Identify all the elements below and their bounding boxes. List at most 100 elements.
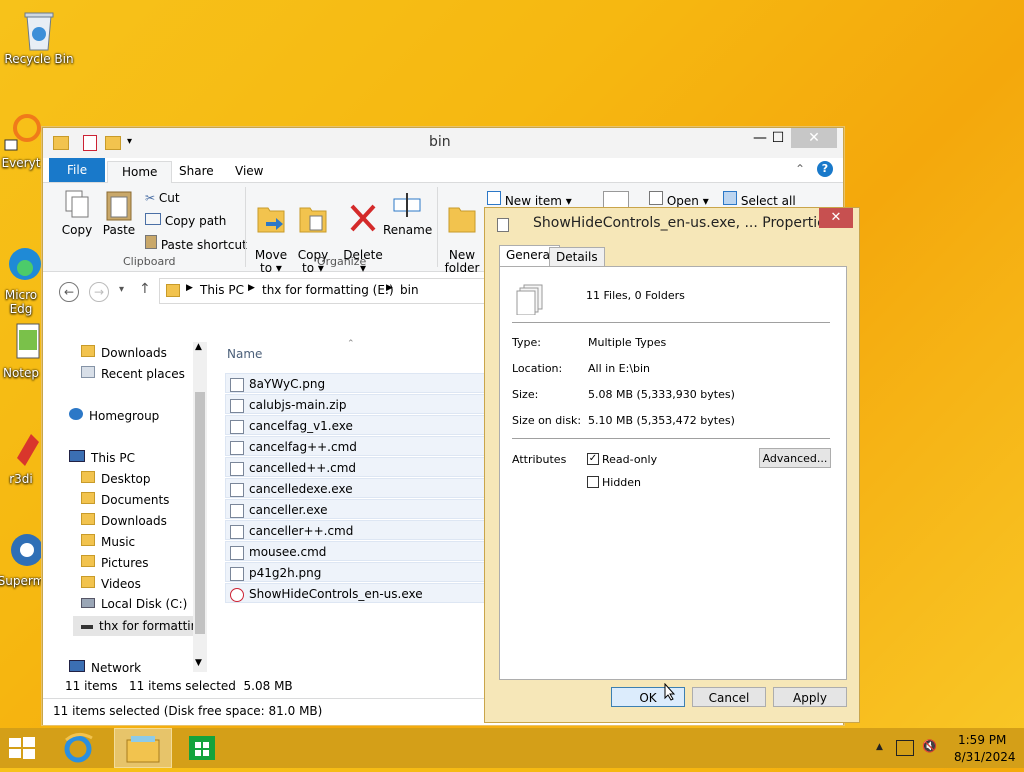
file-row[interactable]: 8aYWyC.png [225, 373, 485, 393]
volume-muted-icon[interactable]: 🔇 [922, 739, 937, 753]
scroll-thumb[interactable] [195, 392, 205, 634]
tab-view[interactable]: View [221, 161, 277, 182]
dialog-titlebar[interactable]: ShowHideControls_en-us.exe, ... Properti… [485, 208, 859, 238]
start-button[interactable] [8, 736, 38, 760]
chevron-right-icon: ▶ [248, 283, 255, 293]
move-to-button[interactable]: Move to ▾ [251, 189, 291, 275]
nav-desktop[interactable]: Desktop [81, 471, 151, 486]
help-icon[interactable]: ? [817, 161, 833, 177]
hidden-label[interactable]: Hidden [602, 476, 641, 489]
clock-time[interactable]: 1:59 PM [958, 733, 1006, 747]
explorer-titlebar[interactable]: ▾ bin — ☐ ✕ [43, 128, 843, 158]
scroll-down-icon[interactable]: ▼ [195, 658, 202, 668]
file-row[interactable]: p41g2h.png [225, 562, 485, 582]
copy-path-button[interactable]: Copy path [145, 213, 226, 228]
folder-icon [81, 513, 95, 525]
file-row[interactable]: cancelled++.cmd [225, 457, 485, 477]
summary-text: 11 Files, 0 Folders [586, 289, 685, 302]
file-row[interactable]: mousee.cmd [225, 541, 485, 561]
image-file-icon [230, 566, 244, 581]
chevron-down-icon[interactable]: ▾ [127, 136, 132, 147]
recent-locations-icon[interactable]: ▾ [119, 284, 124, 295]
nav-downloads-top[interactable]: Downloads [81, 345, 167, 360]
file-row[interactable]: cancelfag++.cmd [225, 436, 485, 456]
tab-details[interactable]: Details [549, 247, 605, 267]
up-button[interactable]: ↑ [139, 281, 151, 297]
select-all-button[interactable]: Select all [723, 191, 796, 208]
cancel-button[interactable]: Cancel [692, 687, 766, 707]
nav-documents[interactable]: Documents [81, 492, 169, 507]
tab-home[interactable]: Home [107, 161, 173, 183]
nav-homegroup[interactable]: Homegroup [69, 408, 159, 423]
new-folder-button[interactable]: New folder [443, 189, 481, 275]
network-tray-icon[interactable] [896, 740, 914, 756]
folder-icon [81, 576, 95, 588]
properties-icon[interactable] [83, 135, 97, 151]
tray-chevron-icon[interactable]: ▲ [876, 742, 883, 752]
new-item-button[interactable]: New item ▾ [487, 191, 572, 208]
nav-back-button[interactable]: ← [59, 282, 79, 302]
status-disk: 11 items selected (Disk free space: 81.0… [53, 704, 323, 718]
paste-shortcut-button[interactable]: Paste shortcut [145, 235, 247, 252]
size-label: Size: [512, 388, 539, 401]
taskbar-explorer-button[interactable] [114, 728, 172, 768]
properties-dialog: ShowHideControls_en-us.exe, ... Properti… [484, 207, 860, 723]
advanced-button[interactable]: Advanced... [759, 448, 831, 468]
file-row[interactable]: cancelledexe.exe [225, 478, 485, 498]
desktop-icon-label: Micro Edg [4, 288, 38, 316]
file-row[interactable]: canceller.exe [225, 499, 485, 519]
maximize-button[interactable]: ☐ [763, 128, 793, 148]
windows-icon [9, 737, 35, 759]
nav-recent-places[interactable]: Recent places [81, 366, 185, 381]
app-file-icon [230, 587, 244, 602]
nav-forward-button[interactable]: → [89, 282, 109, 302]
readonly-label[interactable]: Read-only [602, 453, 657, 466]
taskbar-store-button[interactable] [186, 732, 222, 764]
window-title: bin [429, 134, 451, 150]
copy-button[interactable]: Copy [55, 189, 99, 237]
desktop-icon-recycle-bin[interactable]: Recycle Bin [4, 8, 74, 66]
rename-button[interactable]: Rename [383, 189, 432, 237]
paste-button[interactable]: Paste [99, 189, 139, 237]
cut-button[interactable]: ✂ Cut [145, 191, 180, 205]
image-file-icon [230, 377, 244, 392]
select-all-icon [723, 191, 737, 205]
open-button[interactable]: Open ▾ [649, 191, 709, 208]
scroll-up-icon[interactable]: ▲ [195, 342, 202, 352]
nav-thx-drive[interactable]: thx for formatting [73, 616, 201, 636]
nav-pictures[interactable]: Pictures [81, 555, 149, 570]
readonly-checkbox[interactable]: ✓ [587, 453, 599, 465]
file-row[interactable]: cancelfag_v1.exe [225, 415, 485, 435]
breadcrumb-this-pc[interactable]: This PC [200, 283, 244, 297]
breadcrumb-bin[interactable]: bin [400, 283, 419, 297]
taskbar-ie-button[interactable] [60, 730, 104, 766]
desktop-icon-label: Everyt [1, 156, 41, 170]
column-header-name[interactable]: Name [227, 347, 262, 361]
hidden-checkbox[interactable] [587, 476, 599, 488]
file-row[interactable]: calubjs-main.zip [225, 394, 485, 414]
location-value: All in E:\bin [588, 362, 651, 375]
nav-local-disk[interactable]: Local Disk (C:) [81, 597, 187, 611]
close-button[interactable]: ✕ [791, 128, 837, 148]
tab-share[interactable]: Share [165, 161, 228, 182]
nav-network[interactable]: Network [69, 660, 141, 675]
nav-videos[interactable]: Videos [81, 576, 141, 591]
new-folder-quick-icon[interactable] [105, 136, 121, 150]
nav-music[interactable]: Music [81, 534, 135, 549]
nav-scrollbar[interactable]: ▲ ▼ [193, 342, 207, 672]
nav-downloads[interactable]: Downloads [81, 513, 167, 528]
status-selection: 11 items selected 5.08 MB [129, 679, 293, 693]
files-icon [497, 218, 509, 232]
nav-this-pc[interactable]: This PC [69, 450, 135, 465]
address-bar[interactable]: ▶ This PC ▶ thx for formatting (E:) ▶ bi… [159, 278, 487, 304]
file-row[interactable]: canceller++.cmd [225, 520, 485, 540]
apply-button[interactable]: Apply [773, 687, 847, 707]
file-row[interactable]: ShowHideControls_en-us.exe [225, 583, 485, 603]
tab-file[interactable]: File [49, 158, 106, 182]
cmd-file-icon [230, 524, 244, 539]
dialog-close-button[interactable]: ✕ [819, 208, 853, 228]
chevron-up-icon[interactable]: ⌃ [795, 162, 805, 176]
breadcrumb-drive[interactable]: thx for formatting (E:) [262, 283, 394, 297]
clock-date[interactable]: 8/31/2024 [954, 750, 1016, 764]
paste-shortcut-icon [145, 235, 157, 249]
